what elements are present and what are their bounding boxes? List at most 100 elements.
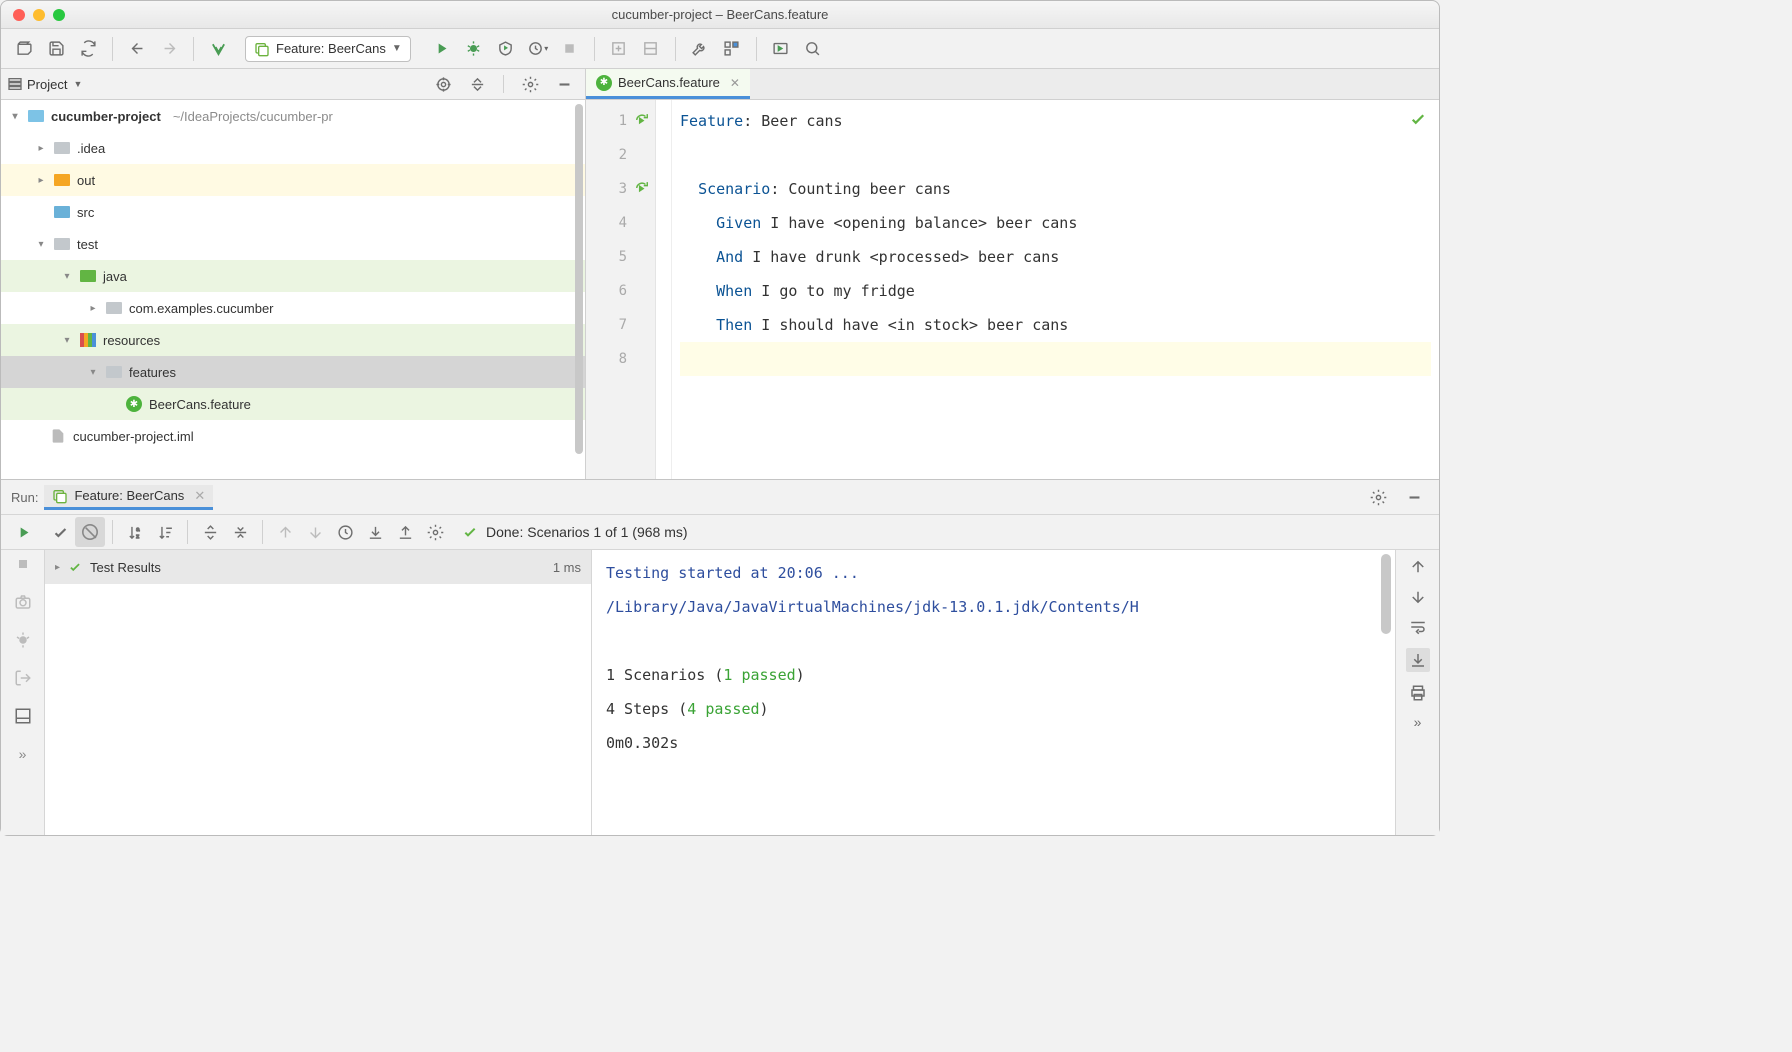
more-icon[interactable]: » [1414, 714, 1422, 730]
next-test-icon[interactable] [300, 517, 330, 547]
folder-icon [106, 366, 122, 378]
import-test-icon[interactable] [360, 517, 390, 547]
search-icon[interactable] [798, 34, 828, 64]
gear-icon[interactable] [515, 69, 545, 99]
chevron-right-icon[interactable]: ▸ [87, 303, 99, 314]
debug-rerun-icon[interactable] [9, 626, 37, 654]
editor: ✱ BeerCans.feature ✕ 1 2 3 45678 Feature… [586, 69, 1439, 479]
editor-tabs: ✱ BeerCans.feature ✕ [586, 69, 1439, 100]
print-icon[interactable] [1409, 684, 1427, 702]
folder-icon [54, 174, 70, 186]
run-config-selector[interactable]: Feature: BeerCans ▼ [245, 36, 411, 62]
tree-node-features[interactable]: ▾ features [1, 356, 585, 388]
vcs-update-icon[interactable] [604, 34, 634, 64]
coverage-icon[interactable] [491, 34, 521, 64]
tree-node-test[interactable]: ▾ test [1, 228, 585, 260]
tree-node-iml[interactable]: cucumber-project.iml [1, 420, 585, 452]
close-tab-icon[interactable]: ✕ [730, 76, 740, 90]
run-tab[interactable]: Feature: BeerCans ✕ [44, 485, 213, 510]
project-structure-icon[interactable] [717, 34, 747, 64]
stop-icon[interactable] [555, 34, 585, 64]
scrollbar[interactable] [1381, 554, 1391, 634]
run-tool-header: Run: Feature: BeerCans ✕ [1, 480, 1439, 514]
run-gutter-icon[interactable] [635, 181, 649, 195]
build-icon[interactable] [203, 34, 233, 64]
run-tab-label: Feature: BeerCans [74, 488, 184, 503]
gear-icon[interactable] [1363, 482, 1393, 512]
tree-node-package[interactable]: ▸ com.examples.cucumber [1, 292, 585, 324]
expand-all-icon[interactable] [195, 517, 225, 547]
chevron-right-icon[interactable]: ▸ [35, 143, 47, 154]
scroll-up-icon[interactable] [1409, 558, 1427, 576]
keyword: Then [716, 316, 752, 334]
vcs-commit-icon[interactable] [636, 34, 666, 64]
inspection-ok-icon[interactable] [1409, 110, 1427, 128]
chevron-down-icon[interactable]: ▼ [73, 79, 82, 89]
run-gutter-icon[interactable] [635, 113, 649, 127]
tree-node-idea[interactable]: ▸ .idea [1, 132, 585, 164]
keyword: Feature [680, 112, 743, 130]
run-anything-icon[interactable] [766, 34, 796, 64]
sync-icon[interactable] [73, 34, 103, 64]
tree-label: src [77, 205, 94, 220]
code-area[interactable]: Feature: Beer cans Scenario: Counting be… [672, 100, 1439, 479]
more-icon[interactable]: » [9, 740, 37, 768]
project-tree[interactable]: ▾ cucumber-project ~/IdeaProjects/cucumb… [1, 100, 585, 479]
code-text: I have drunk <processed> beer cans [743, 248, 1059, 266]
close-tab-icon[interactable]: ✕ [194, 488, 205, 504]
wrench-icon[interactable] [685, 34, 715, 64]
test-history-icon[interactable] [330, 517, 360, 547]
tree-node-feature-file[interactable]: ✱ BeerCans.feature [1, 388, 585, 420]
tree-node-out[interactable]: ▸ out [1, 164, 585, 196]
show-ignored-icon[interactable] [75, 517, 105, 547]
chevron-down-icon[interactable]: ▾ [61, 335, 73, 346]
scrollbar[interactable] [575, 104, 583, 454]
stop-icon[interactable] [9, 550, 37, 578]
sort-alpha-icon[interactable]: az [120, 517, 150, 547]
collapse-all-icon[interactable] [225, 517, 255, 547]
chevron-right-icon[interactable]: ▸ [35, 175, 47, 186]
show-passed-icon[interactable] [45, 517, 75, 547]
save-icon[interactable] [41, 34, 71, 64]
gutter: 1 2 3 45678 [586, 100, 656, 479]
chevron-down-icon[interactable]: ▾ [61, 271, 73, 282]
run-label: Run: [11, 490, 38, 505]
gear-icon[interactable] [420, 517, 450, 547]
tree-node-resources[interactable]: ▾ resources [1, 324, 585, 356]
tree-node-src[interactable]: src [1, 196, 585, 228]
back-icon[interactable] [122, 34, 152, 64]
select-target-icon[interactable] [428, 69, 458, 99]
debug-icon[interactable] [459, 34, 489, 64]
expand-all-icon[interactable] [462, 69, 492, 99]
rerun-icon[interactable] [8, 517, 38, 547]
editor-body[interactable]: 1 2 3 45678 Feature: Beer cans Scenario:… [586, 100, 1439, 479]
layout-icon[interactable] [9, 702, 37, 730]
export-test-icon[interactable] [390, 517, 420, 547]
tree-node-java[interactable]: ▾ java [1, 260, 585, 292]
hide-icon[interactable] [549, 69, 579, 99]
hide-icon[interactable] [1399, 482, 1429, 512]
code-text: I should have <in stock> beer cans [752, 316, 1068, 334]
scroll-down-icon[interactable] [1409, 588, 1427, 606]
run-console[interactable]: Testing started at 20:06 ... /Library/Ja… [592, 550, 1395, 835]
soft-wrap-icon[interactable] [1409, 618, 1427, 636]
tree-root[interactable]: ▾ cucumber-project ~/IdeaProjects/cucumb… [1, 100, 585, 132]
console-line: Testing started at 20:06 ... [606, 556, 1381, 590]
camera-icon[interactable] [9, 588, 37, 616]
console-line: 4 Steps (4 passed) [606, 692, 1381, 726]
editor-tab[interactable]: ✱ BeerCans.feature ✕ [586, 69, 750, 99]
run-icon[interactable] [427, 34, 457, 64]
chevron-down-icon[interactable]: ▾ [87, 367, 99, 378]
prev-test-icon[interactable] [270, 517, 300, 547]
chevron-right-icon[interactable]: ▸ [55, 562, 60, 573]
exit-icon[interactable] [9, 664, 37, 692]
scroll-to-end-icon[interactable] [1406, 648, 1430, 672]
chevron-down-icon[interactable]: ▾ [35, 239, 47, 250]
sort-duration-icon[interactable] [150, 517, 180, 547]
chevron-down-icon[interactable]: ▾ [9, 111, 21, 122]
project-tool-header: Project ▼ [1, 69, 585, 100]
profile-icon[interactable]: ▾ [523, 34, 553, 64]
forward-icon[interactable] [154, 34, 184, 64]
open-file-icon[interactable] [9, 34, 39, 64]
test-results-tree[interactable]: ▸ Test Results 1 ms [45, 550, 592, 835]
